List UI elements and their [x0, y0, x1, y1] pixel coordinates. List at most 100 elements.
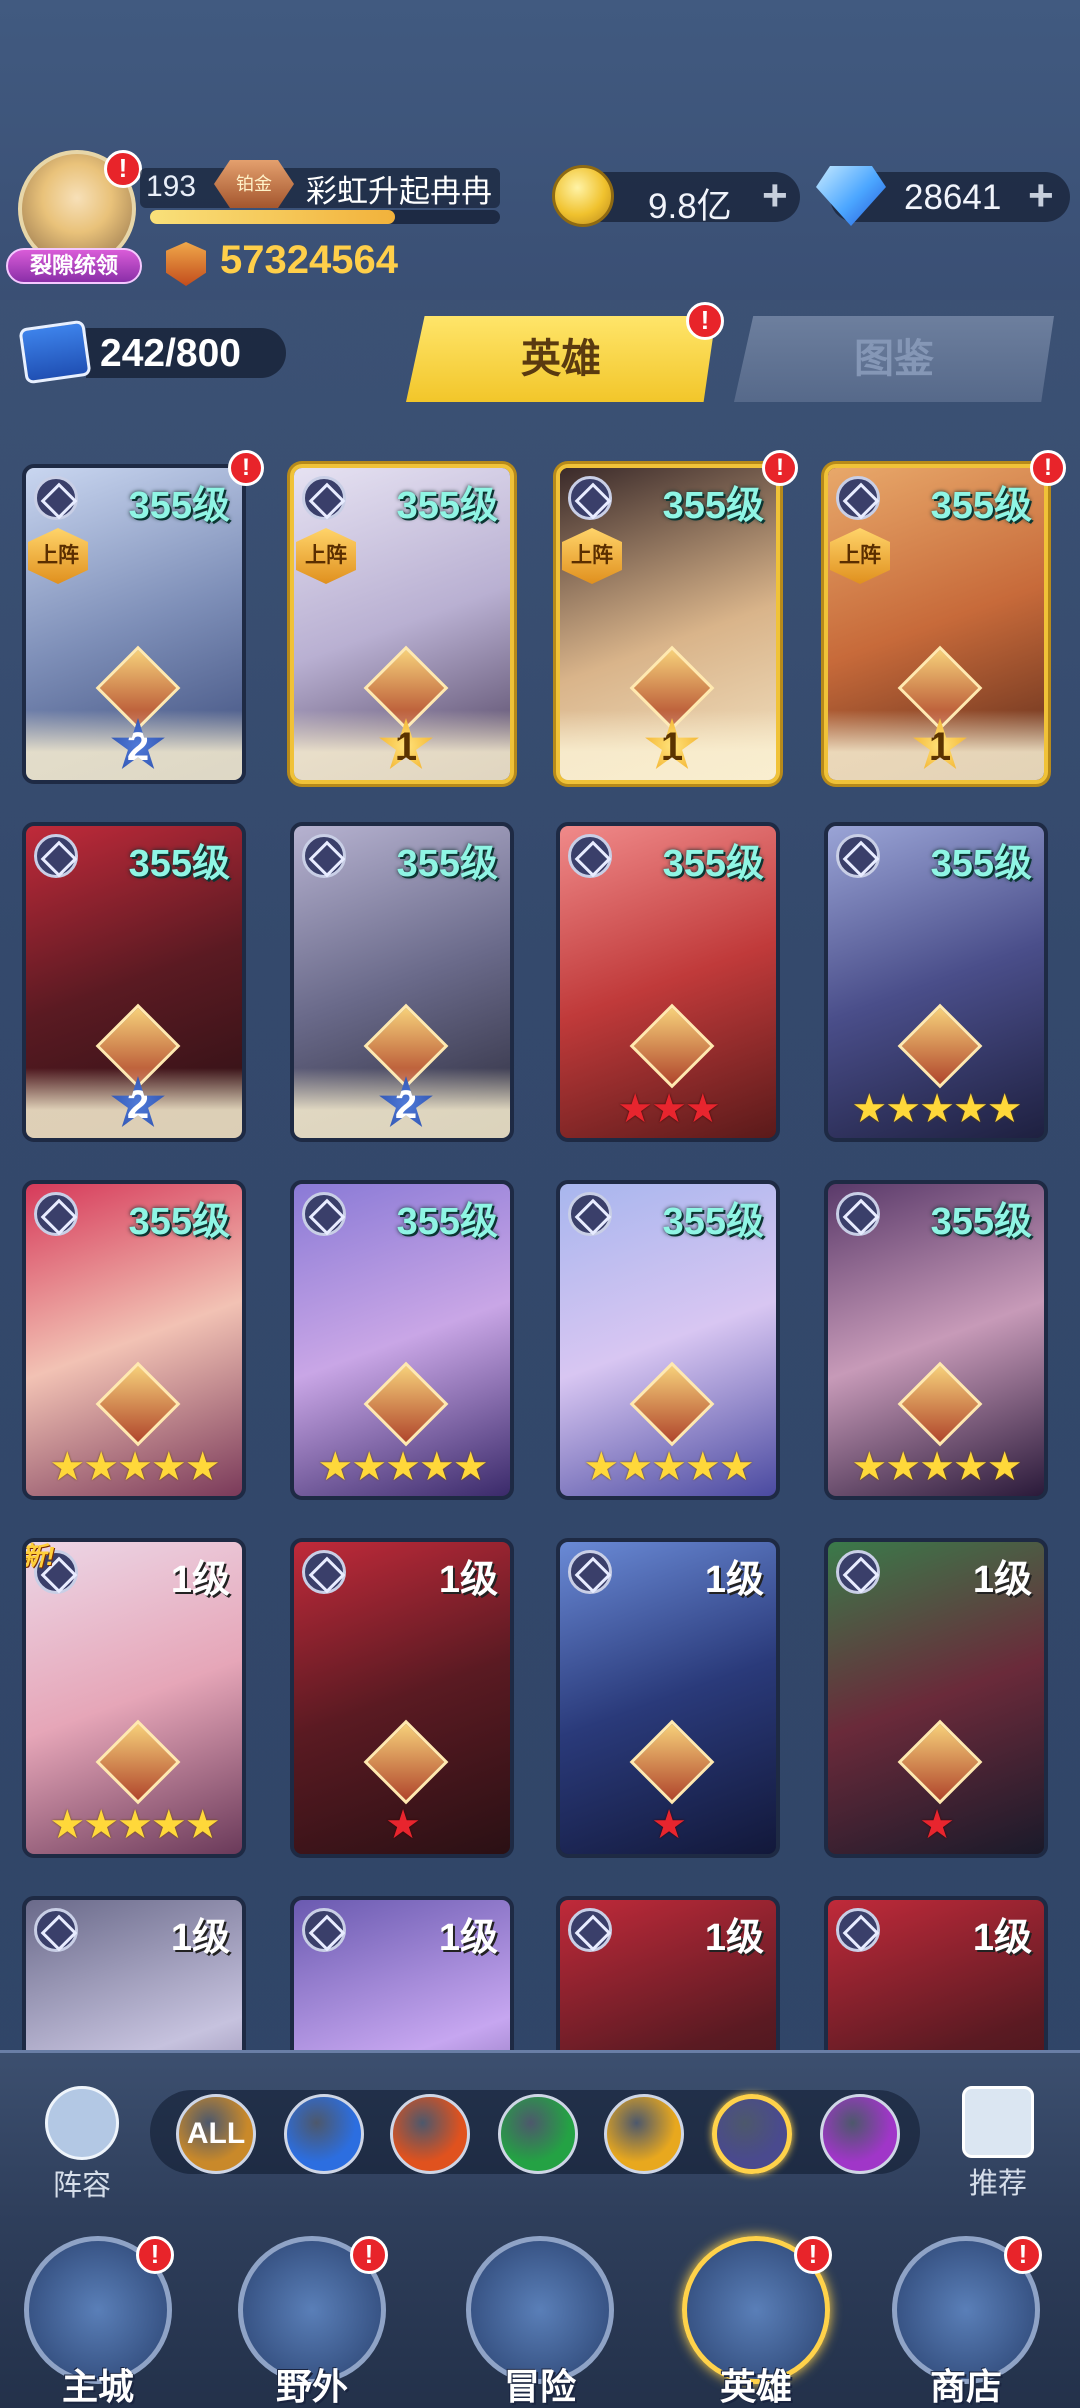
- hero-count: 242/800: [100, 332, 241, 375]
- hero-stars: ★★★★★: [583, 1445, 754, 1489]
- hero-level: 1级: [704, 1559, 764, 1601]
- hero-card[interactable]: 1级 ★: [290, 1538, 514, 1858]
- hero-card[interactable]: 1级: [824, 1896, 1048, 2050]
- hero-card[interactable]: 355级 ★★★: [556, 822, 780, 1142]
- hero-level: 1级: [438, 1559, 498, 1601]
- hero-level: 355级: [396, 485, 498, 527]
- nav-wild-badge: !: [350, 2236, 388, 2274]
- nav-shop-label: 商店: [929, 2366, 1002, 2407]
- hero-card[interactable]: 355级 2: [290, 822, 514, 1142]
- hero-card[interactable]: 355级 ★★★★★: [290, 1180, 514, 1500]
- hero-card[interactable]: 355级 上阵 1: [556, 464, 780, 784]
- hero-card[interactable]: 1级 ★: [556, 1538, 780, 1858]
- hero-card[interactable]: 355级 上阵 2: [22, 464, 246, 784]
- nav-main-city-label: 主城: [61, 2366, 134, 2407]
- nav-main-city[interactable]: 主城 !: [18, 2236, 178, 2408]
- faction-icon: [568, 834, 612, 878]
- hero-stars: ★★★★★: [49, 1803, 220, 1847]
- hero-card-badge: !: [228, 450, 264, 486]
- nav-heroes-badge: !: [794, 2236, 832, 2274]
- hero-stars: ★★★★★: [49, 1445, 220, 1489]
- player-title-badge: 裂隙统领: [6, 248, 142, 284]
- faction-icon: [34, 1908, 78, 1952]
- hero-level: 355级: [396, 843, 498, 885]
- hero-card[interactable]: 1级: [290, 1896, 514, 2050]
- tab-heroes[interactable]: 英雄: [406, 316, 716, 402]
- hero-card[interactable]: 355级 ★★★★★: [824, 822, 1048, 1142]
- add-gold-button[interactable]: +: [762, 174, 788, 218]
- top-header: [0, 0, 1080, 300]
- hero-card[interactable]: 355级 ★★★★★: [824, 1180, 1048, 1500]
- nav-shop[interactable]: 商店 !: [886, 2236, 1046, 2408]
- hero-stars: ★: [919, 1803, 955, 1847]
- faction-icon: [836, 1908, 880, 1952]
- nav-wild-label: 野外: [275, 2366, 348, 2407]
- lineup-button[interactable]: 阵容: [34, 2086, 130, 2202]
- hero-stars: ★: [385, 1803, 421, 1847]
- hero-level: 1级: [170, 1559, 230, 1601]
- faction-icon: [302, 1550, 346, 1594]
- hero-stars: ★★★★★: [317, 1445, 488, 1489]
- faction-filter-all[interactable]: ALL: [176, 2094, 256, 2174]
- hero-level: 1级: [438, 1917, 498, 1959]
- recommend-button[interactable]: 推荐: [946, 2086, 1050, 2200]
- player-name: 彩虹升起冉冉: [306, 174, 492, 209]
- hero-level: 355级: [930, 1201, 1032, 1243]
- nav-adventure[interactable]: 冒险: [460, 2236, 620, 2408]
- tab-heroes-badge: !: [686, 302, 724, 340]
- hero-cards-icon: [18, 319, 92, 385]
- faction-filter-fire[interactable]: [390, 2094, 470, 2174]
- hero-card[interactable]: 355级 上阵 1: [824, 464, 1048, 784]
- hero-card[interactable]: 355级 上阵 1: [290, 464, 514, 784]
- hero-card[interactable]: 355级 ★★★★★: [22, 1180, 246, 1500]
- hero-card-badge: !: [1030, 450, 1066, 486]
- lineup-label: 阵容: [52, 2170, 111, 2202]
- hero-stars: ★★★★★: [851, 1087, 1022, 1131]
- faction-icon: [568, 1908, 612, 1952]
- hero-card[interactable]: 1级 ★: [824, 1538, 1048, 1858]
- avatar-notification-badge: !: [104, 150, 142, 188]
- add-gems-button[interactable]: +: [1028, 174, 1054, 218]
- faction-filter-chaos[interactable]: [820, 2094, 900, 2174]
- faction-icon: [302, 1192, 346, 1236]
- faction-icon: [302, 834, 346, 878]
- nav-heroes[interactable]: 英雄 !: [676, 2236, 836, 2408]
- faction-icon: [836, 834, 880, 878]
- hero-card[interactable]: 1级: [22, 1896, 246, 2050]
- hero-card[interactable]: 1级 ★★★★★ 新!: [22, 1538, 246, 1858]
- faction-filter-dark[interactable]: [712, 2094, 792, 2174]
- nav-main-city-badge: !: [136, 2236, 174, 2274]
- hero-level: 355级: [396, 1201, 498, 1243]
- shield-icon: [45, 2086, 119, 2160]
- hero-stars: ★★★★★: [851, 1445, 1022, 1489]
- experience-bar: [150, 210, 500, 224]
- faction-icon: [568, 476, 612, 520]
- hero-level: 355级: [930, 843, 1032, 885]
- player-level: 193: [146, 170, 197, 203]
- faction-filter-wind[interactable]: [498, 2094, 578, 2174]
- faction-icon: [34, 1192, 78, 1236]
- hero-stars: ★★★: [617, 1087, 721, 1131]
- faction-filter-water[interactable]: [284, 2094, 364, 2174]
- rank-icon[interactable]: 铂金: [214, 160, 294, 208]
- faction-icon: [302, 1908, 346, 1952]
- hero-level: 1级: [704, 1917, 764, 1959]
- hero-level: 355级: [930, 485, 1032, 527]
- thumbs-up-icon: [962, 2086, 1034, 2158]
- hero-card[interactable]: 1级: [556, 1896, 780, 2050]
- faction-filter-light[interactable]: [604, 2094, 684, 2174]
- hero-stars: ★: [651, 1803, 687, 1847]
- faction-icon: [568, 1550, 612, 1594]
- hero-level: 355级: [128, 485, 230, 527]
- hero-card[interactable]: 355级 ★★★★★: [556, 1180, 780, 1500]
- hero-grid: 355级 上阵 2! 355级 上阵 1 355级 上阵 1! 355级 上阵 1! 355级 2 355级…: [0, 420, 1080, 2050]
- hero-card[interactable]: 355级 2: [22, 822, 246, 1142]
- faction-icon: [568, 1192, 612, 1236]
- faction-icon: [836, 476, 880, 520]
- hero-card-badge: !: [762, 450, 798, 486]
- tab-codex[interactable]: 图鉴: [734, 316, 1054, 402]
- nav-adventure-label: 冒险: [503, 2366, 576, 2407]
- nav-wild[interactable]: 野外 !: [232, 2236, 392, 2408]
- recommend-label: 推荐: [968, 2168, 1027, 2200]
- faction-icon: [302, 476, 346, 520]
